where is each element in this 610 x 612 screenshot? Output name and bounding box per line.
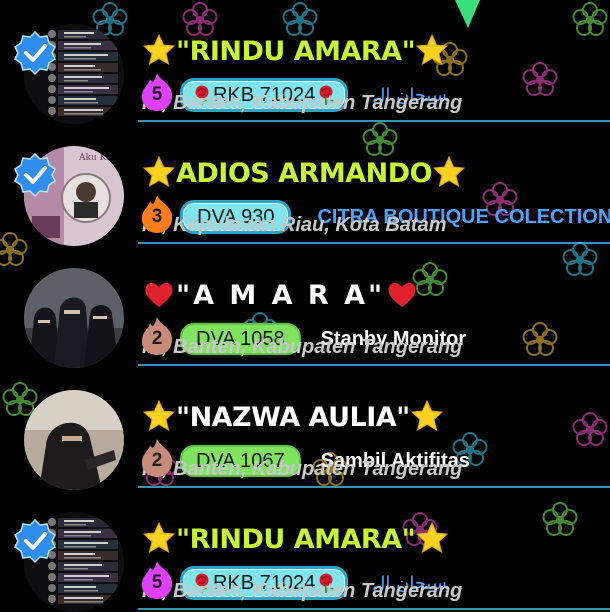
avatar-image (24, 268, 124, 368)
location-text: ID, Banten, Kabupaten Tangerang (142, 92, 463, 114)
star-icon (142, 155, 176, 187)
viewer-name: "RINDU AMARA" (176, 36, 416, 67)
name-line: "RINDU AMARA" (142, 520, 449, 560)
avatar-image (24, 390, 124, 490)
verified-badge-icon (14, 518, 56, 564)
verified-badge-icon (14, 30, 56, 76)
list-item[interactable]: Aku Karena ADIOS ARMANDO 3 DVA 930 CITRA… (0, 122, 610, 246)
avatar[interactable] (24, 268, 124, 368)
list-item[interactable]: "NAZWA AULIA" 2 DVA 1067 Sambil Aktifita… (0, 366, 610, 490)
viewer-name: "RINDU AMARA" (176, 524, 416, 555)
heart-icon (388, 282, 416, 307)
star-icon (432, 155, 466, 187)
avatar[interactable] (24, 390, 124, 490)
verified-badge-icon (14, 152, 56, 198)
location-text: ID, Banten, Kabupaten Tangerang (142, 580, 463, 602)
location-text: ID, Banten, Kabupaten Tangerang (142, 336, 463, 358)
name-line: ADIOS ARMANDO (142, 154, 466, 194)
viewer-name: ADIOS ARMANDO (176, 158, 433, 189)
viewer-list: "RINDU AMARA" 5 RKB 71024 سبحان ال ID, B… (0, 0, 610, 612)
location-text: ID, Banten, Kabupaten Tangerang (142, 458, 463, 480)
star-icon (416, 521, 449, 553)
star-icon (142, 521, 176, 553)
svg-text:Aku Karena: Aku Karena (78, 153, 124, 163)
name-line: "NAZWA AULIA" (142, 398, 444, 438)
list-item[interactable]: "A M A R A" 2 DVA 1058 Stanby Monitor ID… (0, 244, 610, 368)
heart-icon (145, 282, 173, 307)
level-badge: 5 (141, 561, 173, 599)
name-line: "A M A R A" (142, 276, 419, 316)
level-badge: 2 (141, 317, 173, 355)
star-icon (410, 399, 443, 431)
star-icon (416, 33, 449, 65)
viewer-name: "NAZWA AULIA" (176, 402, 410, 433)
level-badge: 5 (141, 73, 173, 111)
list-item[interactable]: "RINDU AMARA" 5 RKB 71024 سبحان ال ID, B… (0, 0, 610, 124)
name-line: "RINDU AMARA" (142, 32, 449, 72)
list-item[interactable]: "RINDU AMARA" 5 RKB 71024 سبحان ال ID, B… (0, 488, 610, 612)
viewer-name: "A M A R A" (176, 280, 386, 311)
star-icon (142, 33, 176, 65)
level-badge: 2 (141, 439, 173, 477)
level-badge: 3 (141, 195, 173, 233)
location-text: ID, Kepulauan Riau, Kota Batam (142, 214, 447, 236)
star-icon (142, 399, 176, 431)
